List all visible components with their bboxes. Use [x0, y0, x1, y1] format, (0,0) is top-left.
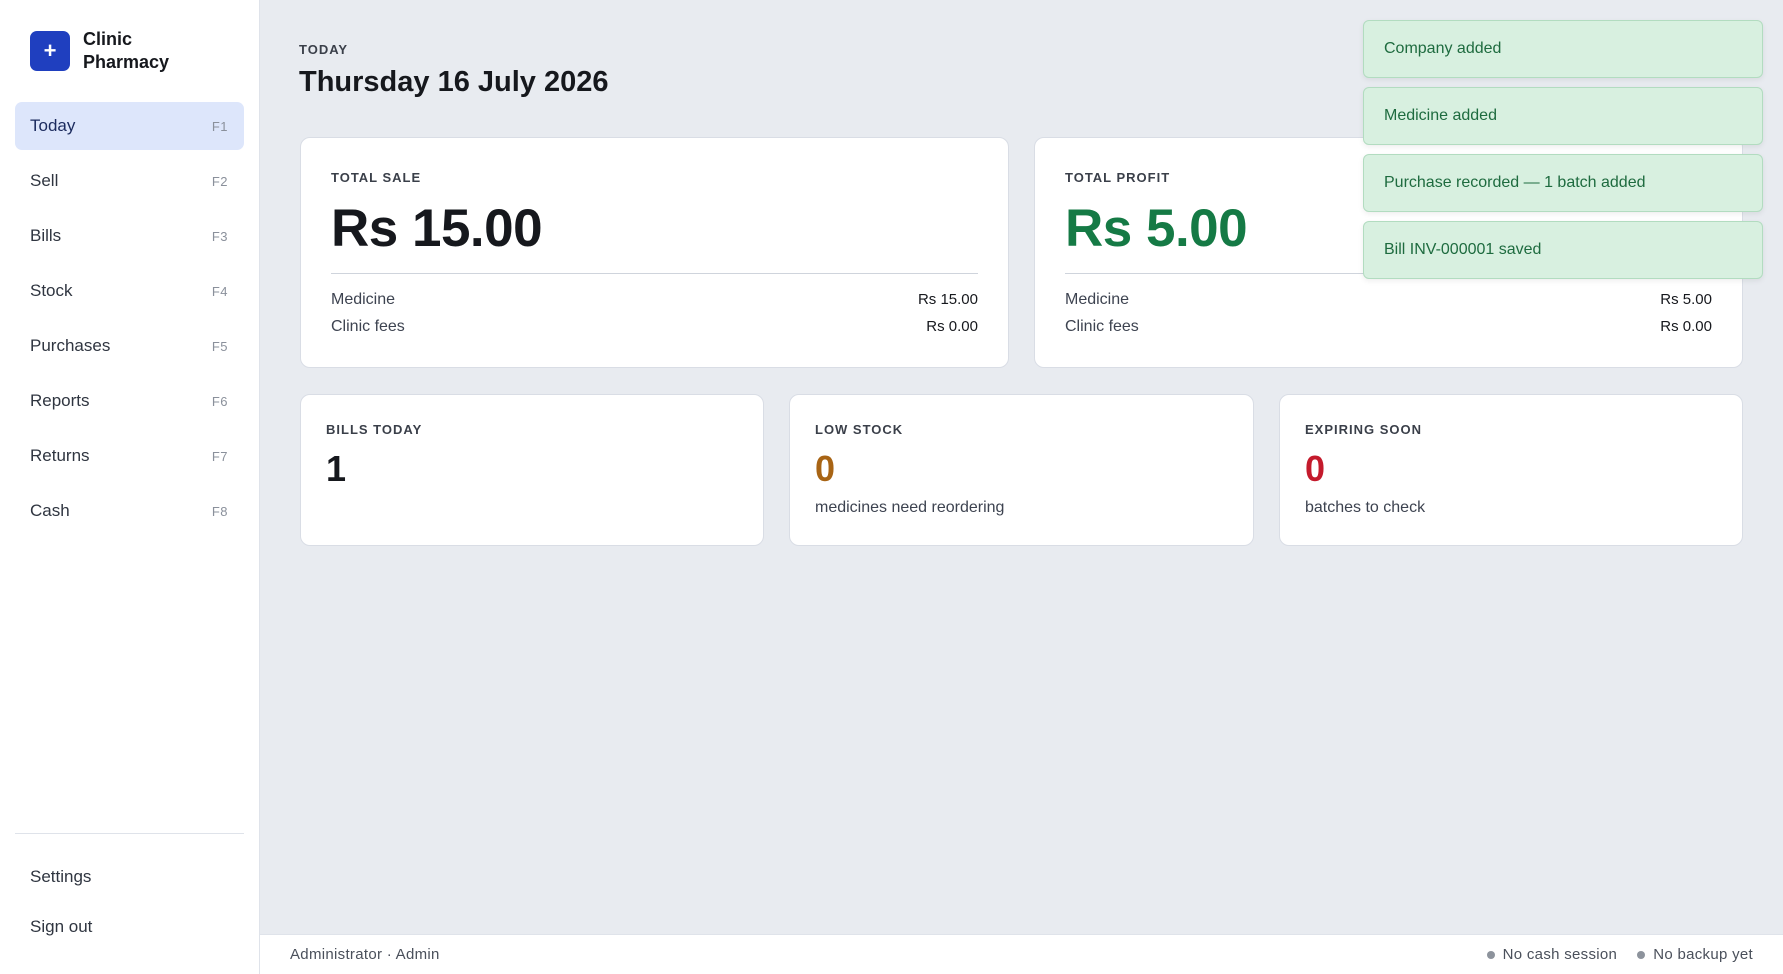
- sidebar-item-purchases[interactable]: Purchases F5: [15, 322, 244, 370]
- low-stock-count: 0: [815, 448, 836, 489]
- shortcut-key: F8: [211, 503, 228, 519]
- card-label: TOTAL SALE: [331, 170, 422, 185]
- shortcut-key: F5: [211, 338, 228, 354]
- sidebar-item-label: Stock: [30, 281, 73, 300]
- breakdown-label: Clinic fees: [1065, 318, 1139, 335]
- status-dot-icon: [1486, 950, 1495, 959]
- shortcut-key: F7: [211, 448, 228, 464]
- sign-out-button[interactable]: Sign out: [15, 905, 244, 949]
- status-bar: Administrator · Admin No cash session No…: [260, 934, 1783, 974]
- low-stock-caption: medicines need reordering: [815, 499, 1005, 516]
- toast-notification[interactable]: Company added: [1363, 20, 1763, 78]
- breakdown-value: Rs 15.00: [917, 291, 978, 308]
- cash-session-status: No cash session: [1486, 946, 1618, 963]
- divider: [331, 273, 978, 274]
- sidebar-item-label: Today: [30, 116, 76, 135]
- breakdown-value: Rs 5.00: [1660, 291, 1712, 308]
- sidebar-item-label: Sell: [30, 171, 59, 190]
- breakdown-row-medicine: Medicine Rs 5.00: [1065, 291, 1712, 309]
- main-nav: Today F1 Sell F2 Bills F3 Stock F4 Purch…: [15, 102, 244, 542]
- current-user: Administrator · Admin: [290, 946, 440, 963]
- breakdown-value: Rs 0.00: [1660, 318, 1712, 335]
- toast-notification[interactable]: Medicine added: [1363, 87, 1763, 145]
- backup-status: No backup yet: [1637, 946, 1753, 963]
- sidebar-item-label: Settings: [30, 867, 92, 886]
- toast-notification[interactable]: Bill INV-000001 saved: [1363, 221, 1763, 279]
- sidebar-item-settings[interactable]: Settings: [15, 855, 244, 899]
- status-indicators: No cash session No backup yet: [1467, 946, 1753, 963]
- sidebar-item-returns[interactable]: Returns F7: [15, 432, 244, 480]
- sidebar-item-reports[interactable]: Reports F6: [15, 377, 244, 425]
- shortcut-key: F3: [211, 228, 228, 244]
- expiring-soon-card[interactable]: EXPIRING SOON 0 batches to check: [1279, 394, 1743, 546]
- toast-stack: Company added Medicine added Purchase re…: [1363, 20, 1763, 288]
- total-profit-amount: Rs 5.00: [1065, 199, 1248, 258]
- total-sale-card: TOTAL SALE Rs 15.00 Medicine Rs 15.00 Cl…: [300, 137, 1009, 368]
- expiring-caption: batches to check: [1305, 499, 1426, 516]
- total-sale-amount: Rs 15.00: [331, 199, 543, 258]
- card-label: LOW STOCK: [815, 422, 904, 437]
- card-label: EXPIRING SOON: [1305, 422, 1423, 437]
- brand-name: Clinic Pharmacy: [83, 29, 170, 72]
- sidebar-item-bills[interactable]: Bills F3: [15, 212, 244, 260]
- breakdown-value: Rs 0.00: [926, 318, 978, 335]
- breakdown-label: Clinic fees: [331, 318, 405, 335]
- sidebar-item-label: Cash: [30, 501, 70, 520]
- sidebar-divider: [15, 833, 244, 834]
- sidebar-item-label: Purchases: [30, 336, 111, 355]
- sidebar-item-today[interactable]: Today F1: [15, 102, 244, 150]
- brand: + Clinic Pharmacy: [30, 28, 183, 74]
- bills-today-card[interactable]: BILLS TODAY 1: [300, 394, 764, 546]
- low-stock-card[interactable]: LOW STOCK 0 medicines need reordering: [789, 394, 1254, 546]
- sidebar-bottom: Settings Sign out: [15, 855, 244, 955]
- sidebar-item-label: Bills: [30, 226, 62, 245]
- breakdown-row-clinic-fees: Clinic fees Rs 0.00: [1065, 318, 1712, 336]
- sidebar-item-label: Returns: [30, 446, 90, 465]
- sidebar-item-label: Sign out: [30, 917, 93, 936]
- breakdown-row-medicine: Medicine Rs 15.00: [331, 291, 978, 309]
- status-text: No backup yet: [1653, 946, 1753, 963]
- sidebar: + Clinic Pharmacy Today F1 Sell F2 Bills…: [0, 0, 260, 974]
- card-label: BILLS TODAY: [326, 422, 423, 437]
- shortcut-key: F4: [211, 283, 228, 299]
- status-dot-icon: [1637, 950, 1646, 959]
- toast-notification[interactable]: Purchase recorded — 1 batch added: [1363, 154, 1763, 212]
- card-label: TOTAL PROFIT: [1065, 170, 1171, 185]
- shortcut-key: F2: [211, 173, 228, 189]
- sidebar-item-stock[interactable]: Stock F4: [15, 267, 244, 315]
- breakdown-label: Medicine: [1065, 291, 1130, 308]
- page-title: Thursday 16 July 2026: [299, 66, 609, 98]
- status-text: No cash session: [1502, 946, 1618, 963]
- shortcut-key: F6: [211, 393, 228, 409]
- shortcut-key: F1: [211, 118, 228, 134]
- sidebar-item-sell[interactable]: Sell F2: [15, 157, 244, 205]
- sidebar-item-label: Reports: [30, 391, 90, 410]
- sidebar-item-cash[interactable]: Cash F8: [15, 487, 244, 535]
- expiring-count: 0: [1305, 448, 1326, 489]
- pharmacy-cross-icon: +: [30, 31, 70, 71]
- breakdown-row-clinic-fees: Clinic fees Rs 0.00: [331, 318, 978, 336]
- bills-today-count: 1: [326, 448, 347, 489]
- breakdown-label: Medicine: [331, 291, 396, 308]
- page-eyebrow: TODAY: [299, 42, 349, 57]
